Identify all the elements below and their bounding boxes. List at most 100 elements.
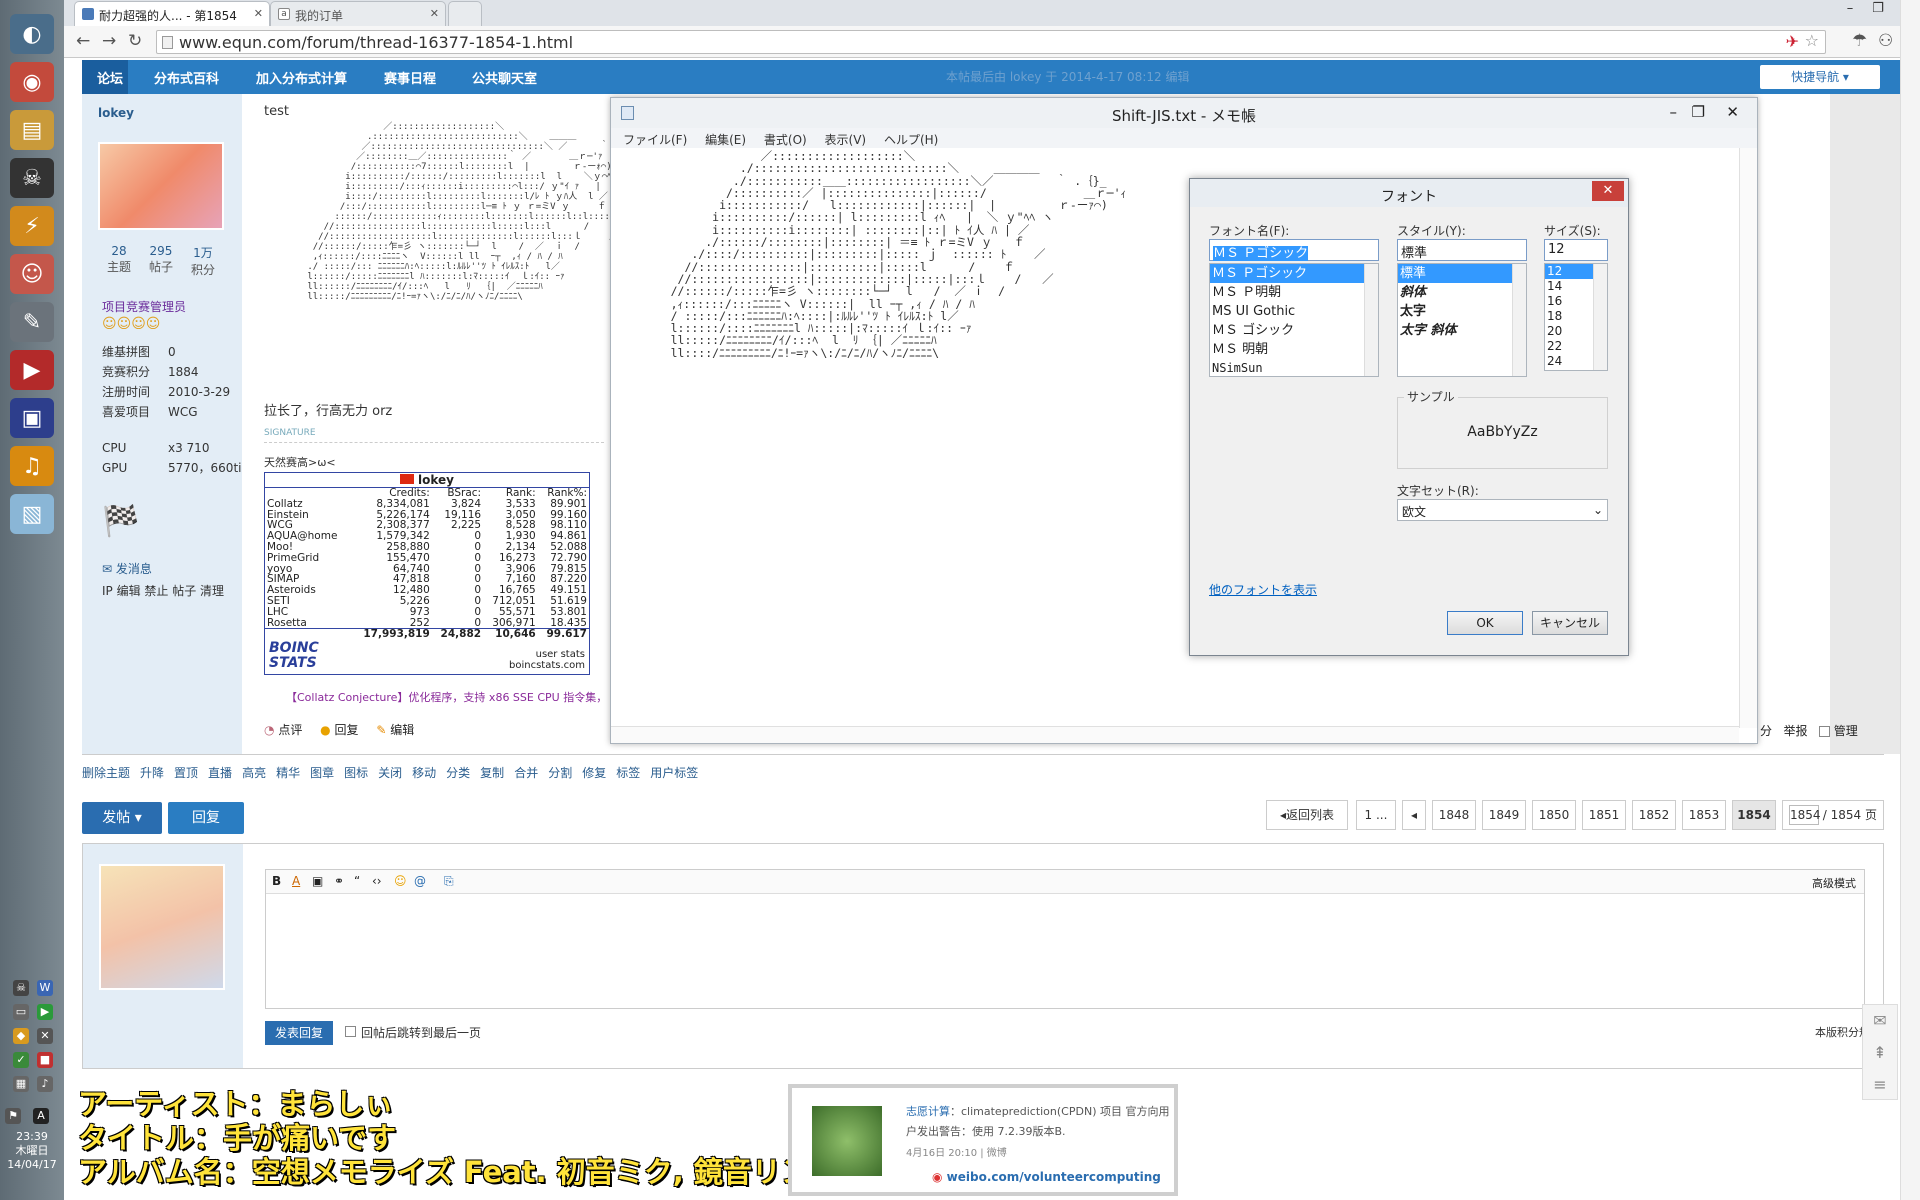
mod-link[interactable]: 置顶 bbox=[174, 766, 198, 780]
page-current[interactable]: 1854 bbox=[1732, 800, 1776, 830]
bolt-icon[interactable]: ⚡ bbox=[10, 206, 54, 246]
avatar[interactable] bbox=[98, 142, 224, 230]
tab-orders[interactable]: a 我的订单 ✕ bbox=[270, 1, 446, 26]
forward-icon[interactable]: → bbox=[102, 31, 116, 51]
mod-link[interactable]: 用户标签 bbox=[650, 766, 698, 780]
page-link[interactable]: 1848 bbox=[1432, 800, 1476, 830]
close-icon[interactable]: ✕ bbox=[254, 7, 263, 20]
minimize-icon[interactable]: – bbox=[1836, 0, 1864, 20]
tray-flag-icon[interactable]: ⚑ bbox=[5, 1108, 21, 1124]
font-name-input[interactable]: ＭＳ Ｐゴシック bbox=[1209, 239, 1379, 261]
app-icon-1[interactable]: ◐ bbox=[10, 14, 54, 54]
font-style-list[interactable]: 標準 斜体 太字 太字 斜体 bbox=[1397, 263, 1527, 377]
jump-checkbox[interactable] bbox=[345, 1026, 356, 1037]
list-item[interactable]: ＭＳ 明朝 bbox=[1210, 340, 1378, 359]
list-item[interactable]: 太字 斜体 bbox=[1398, 321, 1526, 340]
rate-button[interactable]: 点评 bbox=[278, 723, 302, 737]
tray-check-icon[interactable]: ✓ bbox=[13, 1052, 29, 1068]
reply-editor[interactable]: B A ▣ ⚭ “ ‹› ☺ @ ⎘ 高级模式 bbox=[265, 869, 1865, 1009]
report-link[interactable]: 举报 bbox=[1783, 724, 1807, 738]
minimize-icon[interactable]: – bbox=[1670, 103, 1678, 121]
smiley-icon[interactable]: ☺ bbox=[394, 874, 407, 888]
author-name[interactable]: lokey bbox=[98, 106, 134, 120]
attachment-icon[interactable]: ⎘ bbox=[444, 874, 454, 889]
advanced-mode-link[interactable]: 高级模式 bbox=[1812, 875, 1856, 891]
taskbar-clock[interactable]: 23:39 木曜日 14/04/17 bbox=[0, 1130, 64, 1172]
right-edge-scroll[interactable] bbox=[1900, 0, 1920, 1200]
edit-icon[interactable]: ✎ bbox=[376, 723, 386, 737]
menu-view[interactable]: 表示(V) bbox=[825, 133, 867, 147]
back-icon[interactable]: ← bbox=[76, 31, 90, 51]
weibo-notification[interactable]: 志愿计算：climateprediction(CPDN) 项目 官方向用户发出警… bbox=[788, 1084, 1178, 1196]
page-link[interactable]: 1853 bbox=[1682, 800, 1726, 830]
list-icon[interactable]: ≡ bbox=[1863, 1069, 1897, 1101]
signature-link[interactable]: 【Collatz Conjecture】优化程序，支持 x86 SSE CPU … bbox=[286, 689, 608, 705]
mod-link[interactable]: 移动 bbox=[412, 766, 436, 780]
manage-link[interactable]: 管理 bbox=[1834, 724, 1858, 738]
mod-link[interactable]: 图标 bbox=[344, 766, 368, 780]
notepad-text-area[interactable]: ／:::::::::::::::::::＼ ./::::::::::::::::… bbox=[636, 150, 1127, 359]
reply-icon[interactable]: ● bbox=[320, 723, 330, 737]
list-item[interactable]: NSimSun bbox=[1210, 359, 1378, 376]
reply-button[interactable]: 回复 bbox=[168, 802, 244, 834]
new-tab-button[interactable] bbox=[448, 1, 482, 26]
boinc-stats-banner[interactable]: lokey Credits: BSrac: Rank: Rank%: Collatz 8… bbox=[264, 472, 590, 675]
notepad-titlebar[interactable]: Shift-JIS.txt - メモ帳 – ❐ ✕ bbox=[611, 98, 1757, 128]
list-item[interactable]: ＭＳ Ｐゴシック bbox=[1210, 264, 1378, 283]
close-icon[interactable]: ✕ bbox=[430, 7, 439, 20]
tray-alien-icon[interactable]: ☠ bbox=[13, 980, 29, 996]
list-item[interactable]: 太字 bbox=[1398, 302, 1526, 321]
list-item[interactable]: ＭＳ Ｐ明朝 bbox=[1210, 283, 1378, 302]
tray-w-icon[interactable]: W bbox=[37, 980, 53, 996]
mod-link[interactable]: 关闭 bbox=[378, 766, 402, 780]
font-size-input[interactable]: 12 bbox=[1544, 239, 1608, 261]
tray-box-icon[interactable]: ◆ bbox=[13, 1028, 29, 1044]
mod-link[interactable]: 高亮 bbox=[242, 766, 266, 780]
code-icon[interactable]: ‹› bbox=[372, 874, 382, 888]
mod-link[interactable]: 复制 bbox=[480, 766, 504, 780]
menu-help[interactable]: ヘルプ(H) bbox=[884, 133, 938, 147]
alien-icon[interactable]: ☠ bbox=[10, 158, 54, 198]
music-icon[interactable]: ♫ bbox=[10, 446, 54, 486]
face-icon[interactable]: ☺ bbox=[10, 254, 54, 294]
close-icon[interactable]: ✕ bbox=[1726, 103, 1739, 121]
share-link[interactable]: 分 bbox=[1760, 724, 1772, 738]
restore-icon[interactable]: ❐ bbox=[1864, 0, 1892, 20]
nav-forum[interactable]: 论坛 bbox=[97, 68, 123, 87]
user-group[interactable]: 项目竞赛管理员 bbox=[102, 298, 186, 315]
scrollbar[interactable] bbox=[1512, 264, 1526, 376]
media-icon[interactable]: ▶ bbox=[10, 350, 54, 390]
close-icon[interactable]: ✕ bbox=[1592, 181, 1624, 201]
back-to-top-icon[interactable]: ⇞ bbox=[1863, 1037, 1897, 1069]
comment-icon[interactable]: ✉ bbox=[1863, 1005, 1897, 1037]
address-bar[interactable]: www.equn.com/forum/thread-16377-1854-1.h… bbox=[156, 30, 1826, 54]
mod-link[interactable]: 合并 bbox=[514, 766, 538, 780]
scrollbar[interactable] bbox=[1364, 264, 1378, 376]
weibo-link[interactable]: ◉ weibo.com/volunteercomputing bbox=[932, 1170, 1161, 1184]
admin-links[interactable]: IP 编辑 禁止 帖子 清理 bbox=[102, 582, 224, 599]
page-first[interactable]: 1 ... bbox=[1356, 800, 1396, 830]
link-icon[interactable]: ⚭ bbox=[334, 874, 344, 888]
maximize-icon[interactable]: ❐ bbox=[1692, 103, 1705, 121]
mod-link[interactable]: 图章 bbox=[310, 766, 334, 780]
save-icon[interactable]: ▣ bbox=[10, 398, 54, 438]
tray-monitor-icon[interactable]: ▭ bbox=[13, 1004, 29, 1020]
back-to-list-button[interactable]: ◂返回列表 bbox=[1266, 800, 1348, 830]
at-icon[interactable]: @ bbox=[414, 874, 426, 888]
list-item[interactable]: MS UI Gothic bbox=[1210, 302, 1378, 321]
list-item[interactable]: 標準 bbox=[1398, 264, 1526, 283]
page-link[interactable]: 1850 bbox=[1532, 800, 1576, 830]
list-item[interactable]: ＭＳ ゴシック bbox=[1210, 321, 1378, 340]
reply-avatar[interactable] bbox=[99, 864, 225, 990]
tray-red-icon[interactable]: ■ bbox=[37, 1052, 53, 1068]
image-icon[interactable]: ▣ bbox=[312, 874, 323, 888]
bold-icon[interactable]: B bbox=[272, 874, 281, 888]
menu-file[interactable]: ファイル(F) bbox=[623, 133, 687, 147]
nav-chat[interactable]: 公共聊天室 bbox=[472, 68, 537, 87]
wrench-icon[interactable]: ✎ bbox=[10, 302, 54, 342]
tray-network-icon[interactable]: ▦ bbox=[13, 1076, 29, 1092]
mod-link[interactable]: 修复 bbox=[582, 766, 606, 780]
menu-edit[interactable]: 編集(E) bbox=[705, 133, 746, 147]
submit-reply-button[interactable]: 发表回复 bbox=[265, 1021, 333, 1045]
nav-wiki[interactable]: 分布式百科 bbox=[154, 68, 219, 87]
